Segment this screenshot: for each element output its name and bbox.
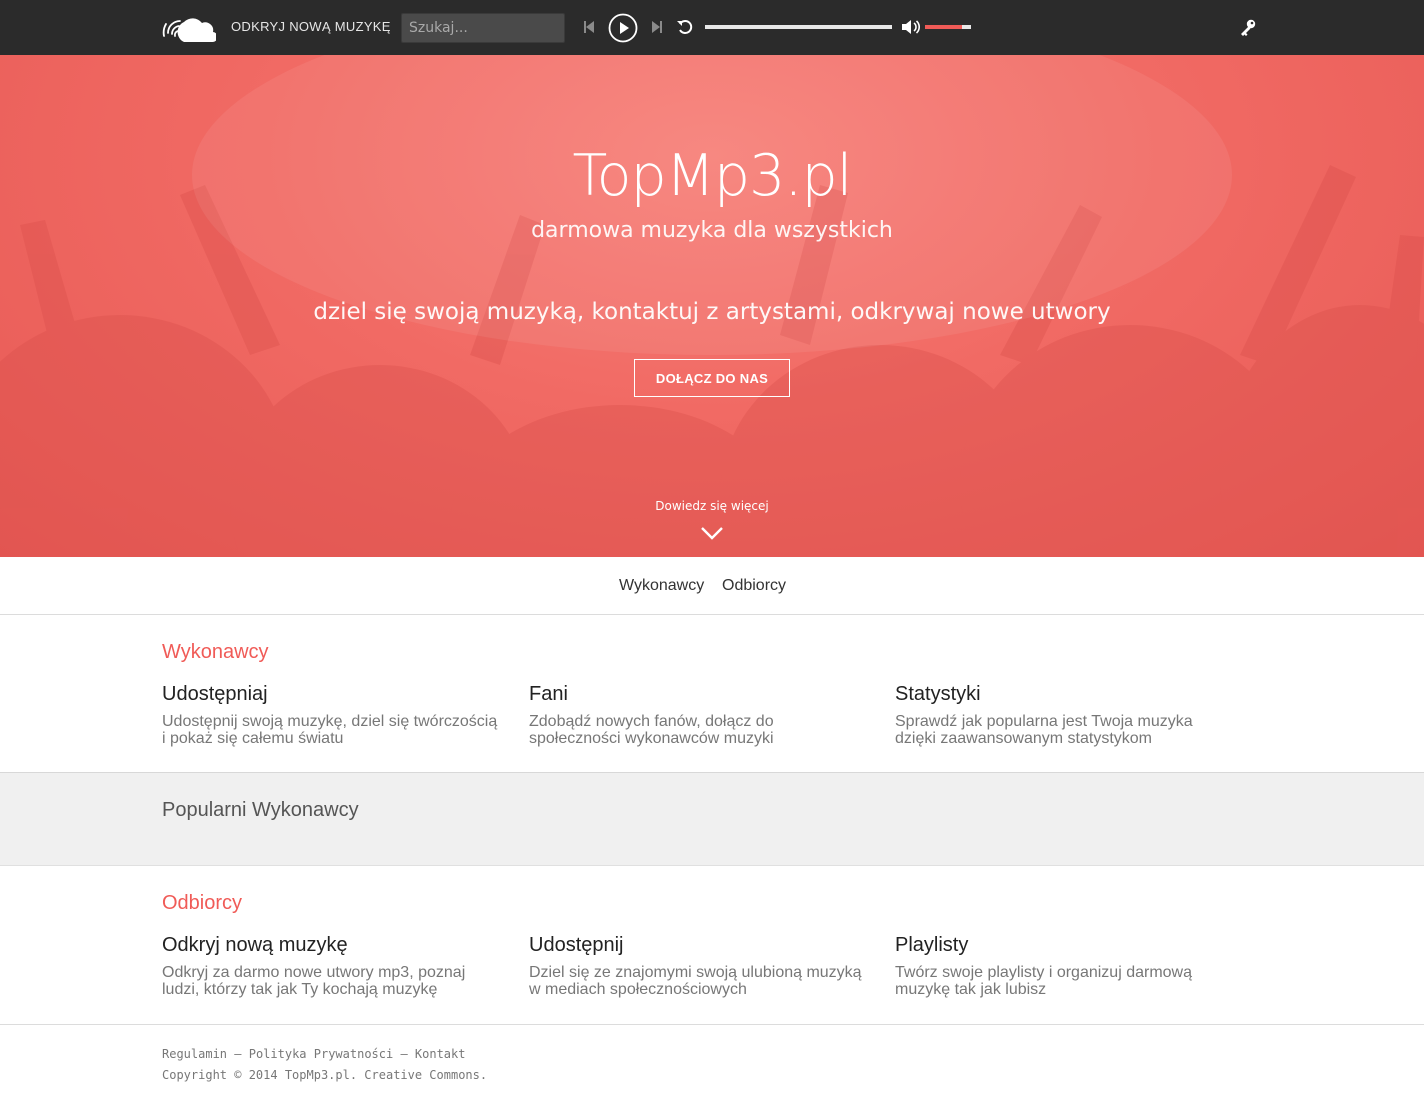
section-title: Popularni Wykonawcy [162,799,359,821]
feature-title: Udostępniaj [162,683,268,705]
key-icon[interactable] [1238,17,1258,37]
feature-text: Odkryj za darmo nowe utwory mp3, poznaj … [162,964,466,998]
chevron-down-icon[interactable] [700,525,724,541]
top-navigation-bar: ODKRYJ NOWĄ MUZYKĘ [0,0,1424,55]
next-icon[interactable] [651,20,663,34]
tab-artists[interactable]: Wykonawcy [619,577,704,595]
hero-subtitle: darmowa muzyka dla wszystkich [531,218,893,243]
discover-music-link[interactable]: ODKRYJ NOWĄ MUZYKĘ [231,19,391,34]
volume-icon[interactable] [900,18,920,36]
search-input[interactable] [401,13,565,43]
separator: – [227,1047,249,1061]
popular-artists-section: Popularni Wykonawcy [0,773,1424,866]
feature-text: Sprawdź jak popularna jest Twoja muzyka … [895,713,1193,747]
separator: – [393,1047,415,1061]
terms-link[interactable]: Regulamin [162,1047,227,1061]
feature-fans: Fani Zdobądź nowych fanów, dołącz do spo… [529,682,869,747]
feature-title: Odkryj nową muzykę [162,934,348,956]
feature-text: Dziel się ze znajomymi swoją ulubioną mu… [529,964,862,998]
footer: Regulamin – Polityka Prywatności – Konta… [0,1025,1424,1098]
learn-more-link[interactable]: Dowiedz się więcej [0,499,1424,513]
feature-playlists: Playlisty Twórz swoje playlisty i organi… [895,933,1235,998]
feature-share: Udostępniaj Udostępnij swoją muzykę, dzi… [162,682,502,747]
feature-title: Statystyki [895,683,981,705]
hero-tagline: dziel się swoją muzyką, kontaktuj z arty… [313,299,1111,325]
volume-fill [925,25,962,29]
feature-title: Playlisty [895,934,969,956]
play-icon[interactable] [608,13,638,43]
privacy-policy-link[interactable]: Polityka Prywatności [249,1047,394,1061]
cloud-logo-icon[interactable] [162,9,216,45]
feature-text: Udostępnij swoją muzykę, dziel się twórc… [162,713,498,747]
join-button[interactable]: DOŁĄCZ DO NAS [634,359,790,397]
feature-text: Twórz swoje playlisty i organizuj darmow… [895,964,1192,998]
contact-link[interactable]: Kontakt [415,1047,466,1061]
volume-slider[interactable] [925,25,971,29]
feature-discover: Odkryj nową muzykę Odkryj za darmo nowe … [162,933,502,998]
feature-text: Zdobądź nowych fanów, dołącz do społeczn… [529,713,774,747]
listeners-section: Odbiorcy Odkryj nową muzykę Odkryj za da… [0,866,1424,1025]
hero-banner: TopMp3.pl darmowa muzyka dla wszystkich … [0,55,1424,557]
feature-share-social: Udostępnij Dziel się ze znajomymi swoją … [529,933,869,998]
feature-stats: Statystyki Sprawdź jak popularna jest Tw… [895,682,1235,747]
footer-links: Regulamin – Polityka Prywatności – Konta… [162,1047,465,1061]
copyright: Copyright © 2014 TopMp3.pl. Creative Com… [162,1068,488,1082]
track-progress-bar[interactable] [705,25,892,29]
feature-title: Udostępnij [529,934,624,956]
feature-title: Fani [529,683,568,705]
artists-section: Wykonawcy Udostępniaj Udostępnij swoją m… [0,615,1424,773]
prev-icon[interactable] [583,20,595,34]
tab-listeners[interactable]: Odbiorcy [722,577,786,595]
section-title: Odbiorcy [162,892,243,914]
section-title: Wykonawcy [162,641,269,663]
hero-title: TopMp3.pl [572,143,853,209]
section-tabs: Wykonawcy Odbiorcy [0,557,1424,615]
repeat-icon[interactable] [676,18,694,36]
